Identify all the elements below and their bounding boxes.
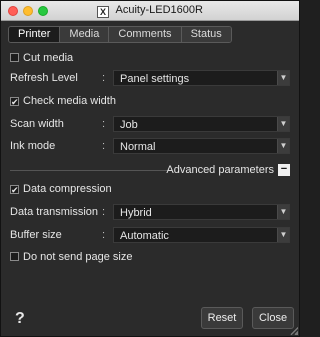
help-button[interactable]: ? bbox=[15, 310, 25, 328]
scan-width-value: Job bbox=[120, 119, 138, 131]
chevron-down-icon[interactable]: ▼ bbox=[277, 71, 289, 85]
advanced-parameters-label: Advanced parameters bbox=[166, 164, 274, 176]
close-button[interactable]: Close bbox=[252, 307, 294, 329]
tab-comments[interactable]: Comments bbox=[108, 27, 181, 42]
do-not-send-page-size-label: Do not send page size bbox=[23, 251, 133, 263]
refresh-level-select[interactable]: Panel settings ▼ bbox=[113, 70, 290, 86]
print-settings-window: X Acuity-LED1600R Printer Media Comments… bbox=[0, 0, 300, 337]
scan-width-select[interactable]: Job ▼ bbox=[113, 116, 290, 132]
check-media-width-checkbox[interactable]: ✔ bbox=[10, 97, 19, 107]
data-transmission-select[interactable]: Hybrid ▼ bbox=[113, 204, 290, 220]
chevron-down-icon[interactable]: ▼ bbox=[277, 139, 289, 153]
title-bar: X Acuity-LED1600R bbox=[1, 1, 299, 21]
do-not-send-page-size-row[interactable]: Do not send page size bbox=[10, 249, 290, 265]
section-divider bbox=[10, 170, 170, 171]
ink-mode-label: Ink mode bbox=[10, 140, 56, 152]
data-transmission-colon: : bbox=[102, 206, 106, 218]
tab-printer[interactable]: Printer bbox=[9, 27, 60, 42]
chevron-down-icon[interactable]: ▼ bbox=[277, 228, 289, 242]
buffer-size-colon: : bbox=[102, 229, 106, 241]
cut-media-label: Cut media bbox=[23, 52, 74, 64]
window-title-group: X Acuity-LED1600R bbox=[1, 4, 299, 18]
ink-mode-row: Ink mode : Normal ▼ bbox=[10, 138, 290, 154]
buffer-size-select[interactable]: Automatic ▼ bbox=[113, 227, 290, 243]
data-compression-label: Data compression bbox=[23, 183, 112, 195]
cut-media-checkbox[interactable] bbox=[10, 53, 19, 62]
data-compression-row[interactable]: ✔ Data compression bbox=[10, 181, 290, 197]
scan-width-row: Scan width : Job ▼ bbox=[10, 116, 290, 132]
check-media-width-row[interactable]: ✔ Check media width bbox=[10, 93, 290, 109]
do-not-send-page-size-checkbox[interactable] bbox=[10, 252, 19, 261]
tab-bar: Printer Media Comments Status bbox=[8, 26, 232, 43]
data-transmission-label: Data transmission bbox=[10, 206, 99, 218]
window-title: Acuity-LED1600R bbox=[115, 4, 203, 16]
chevron-down-icon[interactable]: ▼ bbox=[277, 205, 289, 219]
resize-grip-icon[interactable] bbox=[290, 327, 298, 335]
ink-mode-select[interactable]: Normal ▼ bbox=[113, 138, 290, 154]
reset-button[interactable]: Reset bbox=[201, 307, 243, 329]
collapse-toggle-button[interactable]: − bbox=[278, 164, 290, 176]
data-transmission-row: Data transmission : Hybrid ▼ bbox=[10, 204, 290, 220]
tab-status[interactable]: Status bbox=[180, 27, 231, 42]
refresh-level-row: Refresh Level : Panel settings ▼ bbox=[10, 70, 290, 86]
advanced-parameters-section: Advanced parameters − bbox=[10, 163, 290, 177]
buffer-size-label: Buffer size bbox=[10, 229, 62, 241]
data-compression-checkbox[interactable]: ✔ bbox=[10, 185, 19, 195]
tab-media[interactable]: Media bbox=[59, 27, 109, 42]
scan-width-label: Scan width bbox=[10, 118, 64, 130]
ink-mode-colon: : bbox=[102, 140, 106, 152]
buffer-size-row: Buffer size : Automatic ▼ bbox=[10, 227, 290, 243]
cut-media-row[interactable]: Cut media bbox=[10, 50, 290, 66]
check-media-width-label: Check media width bbox=[23, 95, 116, 107]
ink-mode-value: Normal bbox=[120, 141, 156, 153]
app-x-icon: X bbox=[97, 6, 110, 18]
refresh-level-value: Panel settings bbox=[120, 73, 190, 85]
scan-width-colon: : bbox=[102, 118, 106, 130]
refresh-level-colon: : bbox=[102, 72, 106, 84]
buffer-size-value: Automatic bbox=[120, 230, 169, 242]
chevron-down-icon[interactable]: ▼ bbox=[277, 117, 289, 131]
refresh-level-label: Refresh Level bbox=[10, 72, 78, 84]
data-transmission-value: Hybrid bbox=[120, 207, 152, 219]
